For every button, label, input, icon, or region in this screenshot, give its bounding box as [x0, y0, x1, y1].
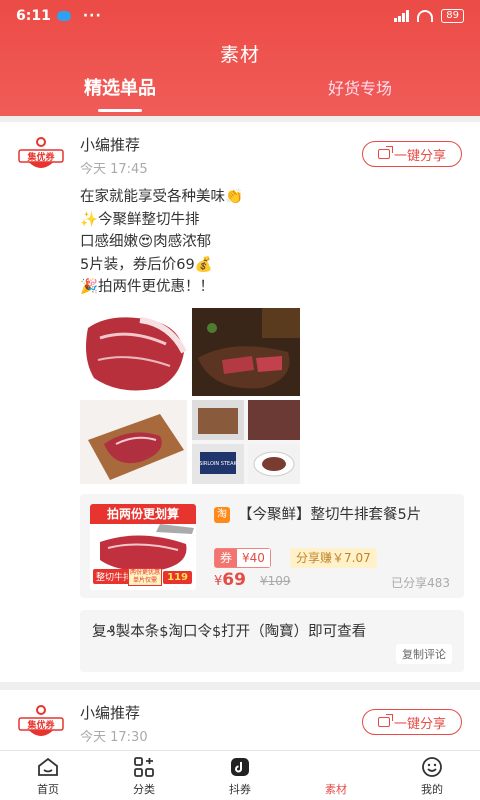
post-line: 🎉拍两件更优惠！！ [80, 279, 215, 295]
post-line: 5片装，券后价69💰 [80, 256, 213, 273]
profile-icon [422, 756, 442, 777]
price-value: 69 [222, 570, 246, 590]
tabbar-douquan[interactable]: 抖券 [192, 751, 288, 800]
post-line: 在家就能享受各种美味👏 [80, 189, 244, 205]
tabbar-label: 我的 [421, 782, 443, 796]
tabbar-label: 抖券 [229, 782, 251, 796]
tab-selected-items[interactable]: 精选单品 [0, 72, 240, 112]
top-tabs: 精选单品 好货专场 [0, 72, 480, 112]
steak-box-label: SIRLOIN STEAK [199, 461, 237, 467]
avatar: 集优券 [18, 137, 64, 168]
post-time: 今天 17:30 [80, 730, 148, 745]
steak-board-photo[interactable] [80, 400, 187, 484]
tabbar-label: 分类 [133, 782, 155, 796]
page-title: 素材 [219, 44, 260, 66]
avatar-text: 集优券 [26, 151, 55, 163]
product-image-price: 119 [163, 571, 192, 584]
wifi-icon [417, 10, 434, 22]
post-line: 口感细嫩😍肉感浓郁 [80, 234, 212, 250]
product-image[interactable]: 拍两份更划算 整切牛排 两份更优惠 单片仅需 119 [90, 504, 196, 590]
share-earn-badge: 分享赚￥7.07 [290, 548, 377, 568]
tabbar-category[interactable]: 分类 [96, 751, 192, 800]
share-icon [377, 146, 393, 159]
tabbar-label: 首页 [37, 782, 59, 796]
share-button-label: 一键分享 [393, 148, 446, 164]
coupon-value: ¥40 [237, 549, 270, 567]
post-time: 今天 17:45 [80, 162, 148, 177]
share-button-label: 一键分享 [393, 716, 446, 732]
product-card[interactable]: 拍两份更划算 整切牛排 两份更优惠 单片仅需 119 淘 【今聚鲜】整切牛排套餐… [80, 494, 464, 598]
douquan-icon [231, 757, 249, 776]
author-name: 小编推荐 [80, 136, 141, 154]
product-title[interactable]: 【今聚鲜】整切牛排套餐5片 [214, 504, 450, 526]
tabbar-label: 素材 [325, 782, 347, 796]
share-icon [377, 714, 393, 727]
tao-password-text: 复₰製本条$淘口令$打开（陶寶）即可查看 [92, 624, 367, 640]
avatar-text: 集优券 [26, 719, 55, 731]
battery-icon: 89 [441, 9, 464, 23]
product-image-promo: 两份更优惠 单片仅需 [128, 568, 162, 586]
author-name: 小编推荐 [80, 704, 141, 722]
coupon-badge: 券 ¥40 [214, 548, 271, 568]
signal-icon [394, 10, 410, 22]
steak-collage-photo[interactable]: SIRLOIN STEAK [192, 400, 300, 484]
tabbar-material[interactable]: 素材 [288, 751, 384, 800]
cloud-icon [56, 11, 71, 21]
material-post: 集优券 小编推荐 今天 17:45 一键分享 在家就能享受各种美味👏 ✨今聚鲜整… [0, 122, 480, 682]
original-price: ¥109 [260, 574, 291, 588]
more-notifications-icon: ··· [82, 8, 102, 24]
one-click-share-button[interactable]: 一键分享 [362, 709, 462, 735]
status-time: 6:11 [16, 8, 51, 24]
final-price: ¥69 [214, 570, 246, 590]
coupon-label: 券 [215, 549, 238, 567]
tabbar-profile[interactable]: 我的 [384, 751, 480, 800]
shared-count: 已分享483 [391, 576, 450, 590]
status-bar: 6:11 ··· 89 [0, 0, 480, 32]
one-click-share-button[interactable]: 一键分享 [362, 141, 462, 167]
image-gallery: SIRLOIN STEAK [80, 308, 300, 484]
category-icon [134, 756, 154, 777]
tao-password-box[interactable]: 复₰製本条$淘口令$打开（陶寶）即可查看 复制评论 [80, 610, 464, 672]
bottom-tab-bar: 首页 分类 抖券 素材 我的 [0, 750, 480, 800]
post-line: ✨今聚鲜整切牛排 [80, 211, 200, 228]
avatar: 集优券 [18, 705, 64, 736]
tabbar-home[interactable]: 首页 [0, 751, 96, 800]
material-post: 集优券 小编推荐 今天 17:30 一键分享 [0, 690, 480, 750]
app-header: 6:11 ··· 89 素材 精选单品 好货专场 [0, 0, 480, 116]
post-text: 在家就能享受各种美味👏 ✨今聚鲜整切牛排 口感细嫩😍肉感浓郁 5片装，券后价69… [80, 186, 243, 299]
grilled-steak-photo[interactable] [192, 308, 300, 396]
copy-comment-button[interactable]: 复制评论 [396, 644, 452, 664]
material-icon [324, 755, 348, 779]
home-icon [38, 757, 58, 776]
tab-good-goods[interactable]: 好货专场 [240, 72, 480, 112]
steak-photo[interactable] [80, 308, 187, 396]
